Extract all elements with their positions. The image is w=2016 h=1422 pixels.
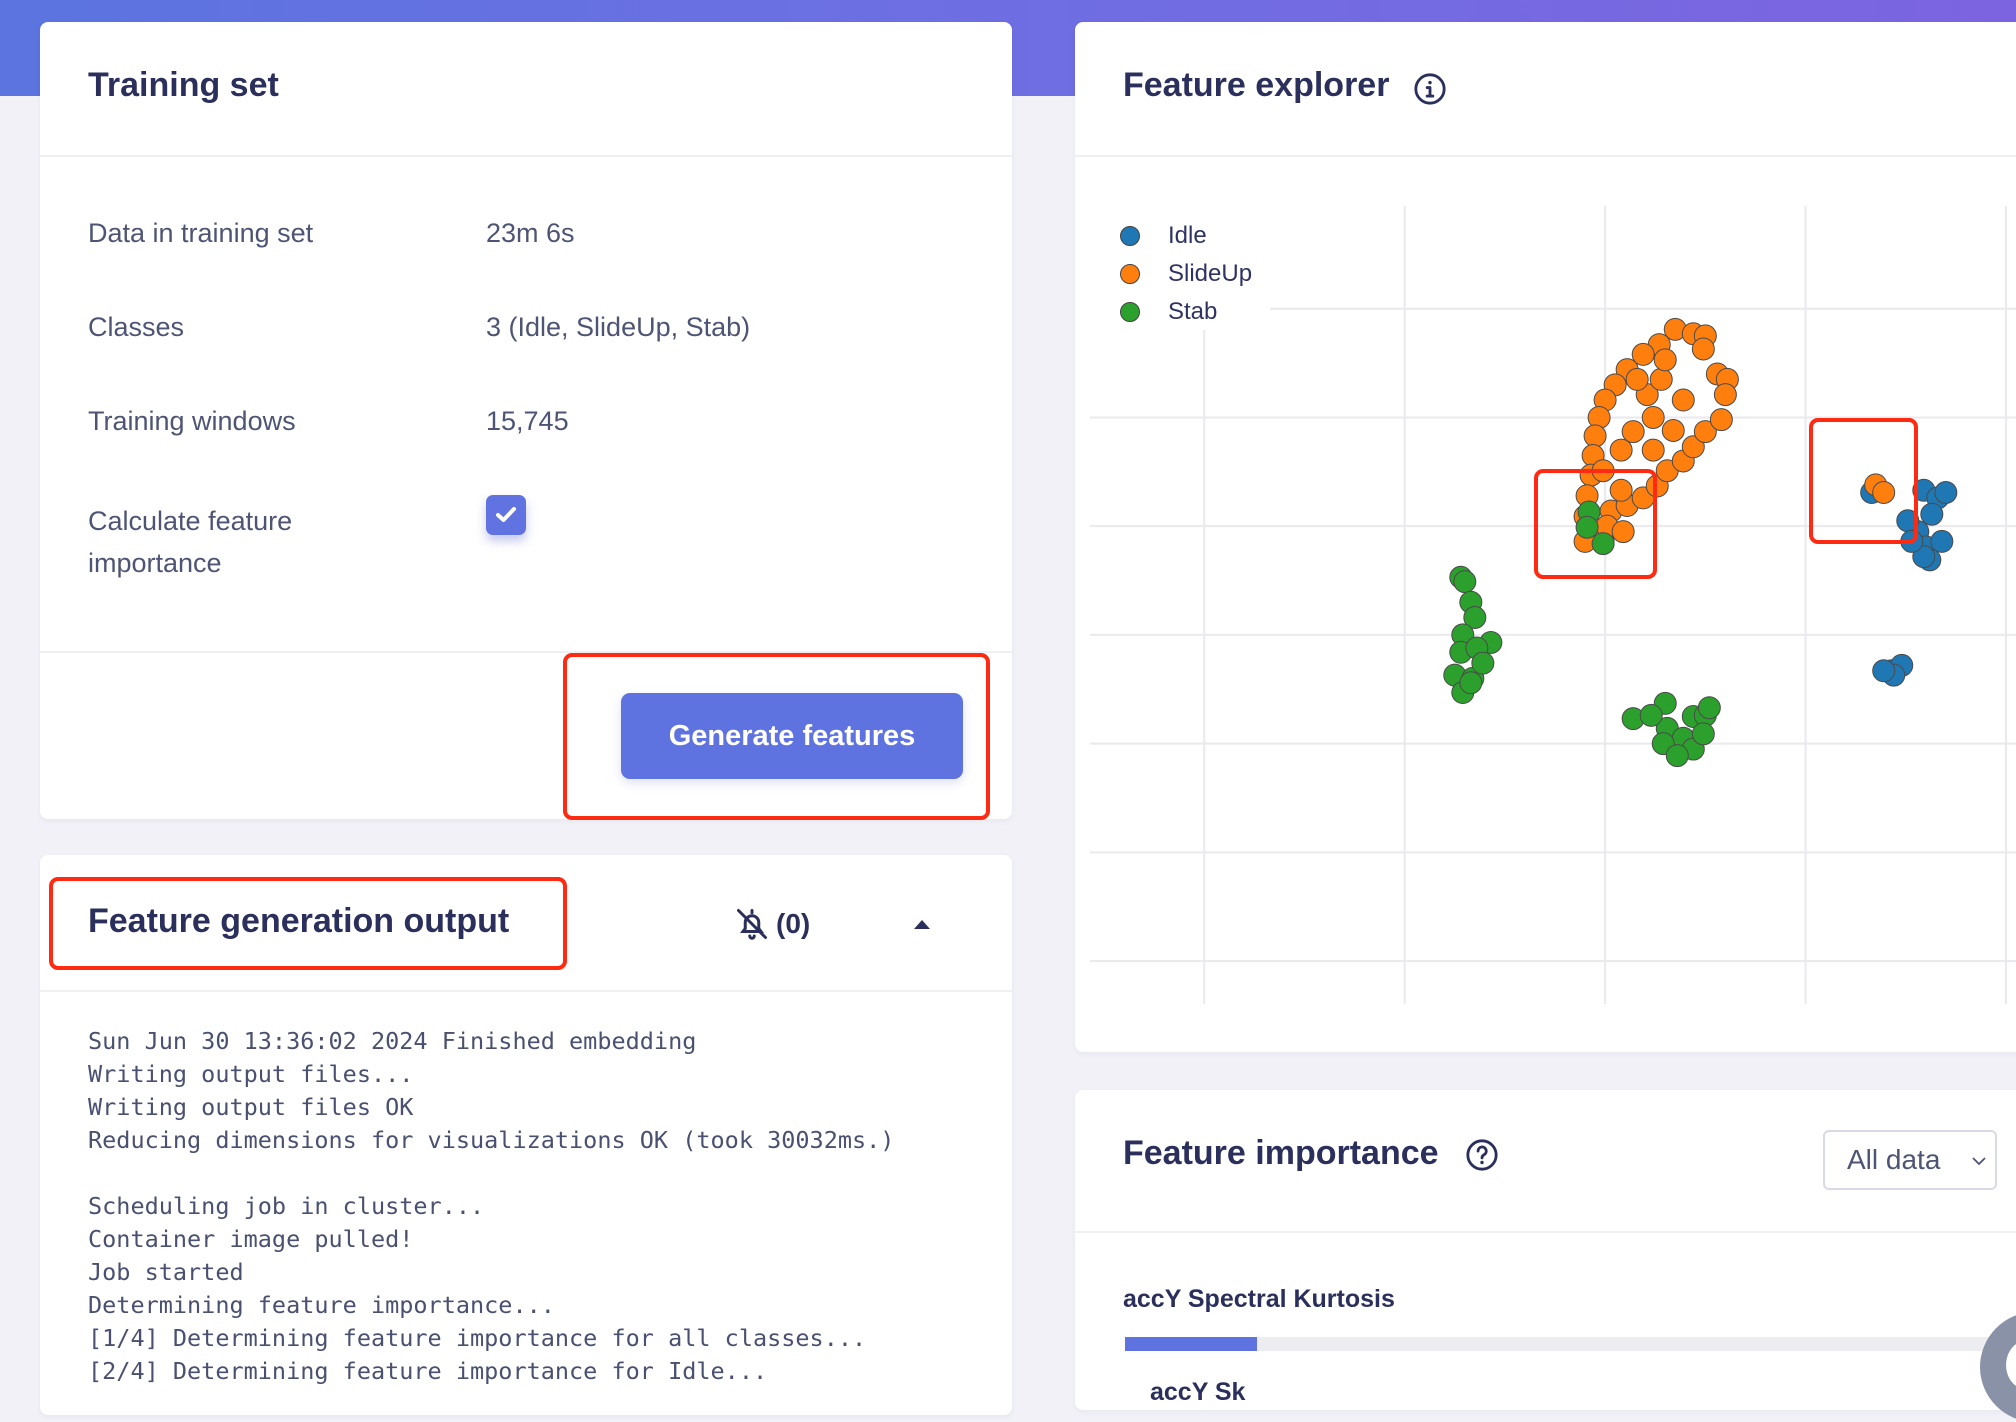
log-line: Scheduling job in cluster... [88,1192,485,1220]
info-icon[interactable] [1413,72,1447,106]
feature-importance-checkbox[interactable] [486,495,526,535]
legend-label-slideup: SlideUp [1168,260,1253,287]
feature-generation-output-title: Feature generation output [88,902,510,940]
data-point-idle[interactable] [1934,480,1958,504]
legend-marker-stab [1120,302,1140,322]
feature-importance-bar-track [1125,1337,2005,1351]
row-label-training-windows: Training windows [88,406,296,436]
data-point-idle[interactable] [1930,529,1954,553]
data-point-slideup[interactable] [1591,459,1615,483]
data-point-slideup[interactable] [1691,337,1715,361]
training-set-title: Training set [88,66,279,104]
log-line: Determining feature importance... [88,1291,555,1319]
bell-off-icon [737,909,767,940]
data-point-idle[interactable] [1896,509,1920,533]
data-point-slideup[interactable] [1621,420,1645,444]
select-value: All data [1847,1144,1941,1175]
legend-item-stab[interactable]: Stab [1120,298,1217,326]
data-point-slideup[interactable] [1641,438,1665,462]
log-line: Container image pulled! [88,1225,414,1253]
series-slideup [1573,317,1896,553]
data-point-idle[interactable] [1900,529,1924,553]
data-point-stab[interactable] [1691,722,1715,746]
row-value-classes: 3 (Idle, SlideUp, Stab) [486,312,751,342]
legend-label-idle: Idle [1168,222,1207,249]
feature-explorer-header-divider [1075,155,2016,157]
data-point-slideup[interactable] [1649,367,1673,391]
feature-importance-class-select[interactable]: All data [1823,1130,1997,1190]
check-icon [496,507,516,522]
data-point-stab[interactable] [1639,703,1663,727]
data-point-stab[interactable] [1575,515,1599,539]
feature-importance-header-divider [1075,1231,2016,1233]
row-label-data-in-training-set: Data in training set [88,218,314,248]
row-label-line-1: Calculate feature [88,506,293,536]
data-point-stab[interactable] [1591,532,1615,556]
data-point-slideup[interactable] [1661,418,1685,442]
output-log: Sun Jun 30 13:36:02 2024 Finished embedd… [88,1025,894,1388]
data-point-slideup[interactable] [1713,383,1737,407]
training-set-header-divider [40,155,1012,157]
log-line: Sun Jun 30 13:36:02 2024 Finished embedd… [88,1027,697,1055]
data-point-idle[interactable] [1872,659,1896,683]
data-point-slideup[interactable] [1611,520,1635,544]
row-label-classes: Classes [88,312,185,342]
legend-marker-idle [1120,226,1140,246]
data-point-stab[interactable] [1453,570,1477,594]
log-line: Job started [88,1258,244,1286]
legend-item-idle[interactable]: Idle [1120,222,1207,250]
data-point-slideup[interactable] [1671,388,1695,412]
row-label-calculate-feature-importance: Calculate feature importance [88,500,292,584]
log-line: Writing output files... [88,1060,414,1088]
data-point-slideup[interactable] [1709,408,1733,432]
data-point-stab[interactable] [1471,651,1495,675]
data-point-stab[interactable] [1697,696,1721,720]
legend-item-slideup[interactable]: SlideUp [1120,260,1252,288]
output-header-divider [40,990,1012,992]
legend-label-stab: Stab [1168,298,1218,325]
feature-importance-item-label: accY Spectral Kurtosis [1123,1285,1395,1313]
feature-explorer-scatter-plot[interactable] [1090,200,2016,1010]
data-point-slideup[interactable] [1609,438,1633,462]
data-point-stab[interactable] [1459,671,1483,695]
feature-explorer-title: Feature explorer [1123,66,1390,104]
row-value-training-windows: 15,745 [486,406,569,436]
data-point-slideup[interactable] [1625,367,1649,391]
caret-up-icon [914,920,930,929]
data-point-slideup[interactable] [1583,424,1607,448]
row-label-line-2: importance [88,548,222,578]
notifications-toggle[interactable]: (0) [734,904,810,944]
training-set-footer-divider [40,651,1012,653]
collapse-output-button[interactable] [908,910,936,938]
data-point-stab[interactable] [1665,744,1689,768]
log-line: [1/4] Determining feature importance for… [88,1324,867,1352]
row-value-data-in-training-set: 23m 6s [486,218,575,248]
data-point-slideup[interactable] [1653,348,1677,372]
notification-count: (0) [776,908,811,939]
feature-importance-title: Feature importance [1123,1134,1439,1172]
log-line: Reducing dimensions for visualizations O… [88,1126,895,1154]
series-idle [1860,478,1958,687]
log-line: [2/4] Determining feature importance for… [88,1357,768,1385]
data-point-slideup[interactable] [1641,405,1665,429]
chevron-down-icon [1972,1157,1986,1166]
data-point-slideup[interactable] [1609,478,1633,502]
data-point-slideup[interactable] [1872,480,1896,504]
log-line: Writing output files OK [88,1093,414,1121]
generate-features-button[interactable]: Generate features [621,693,963,779]
data-point-idle[interactable] [1920,502,1944,526]
feature-importance-bar-fill [1125,1337,1257,1351]
legend-marker-slideup [1120,264,1140,284]
help-icon[interactable] [1465,1138,1499,1172]
feature-importance-item-label-2: accY Sk [1150,1378,1246,1406]
